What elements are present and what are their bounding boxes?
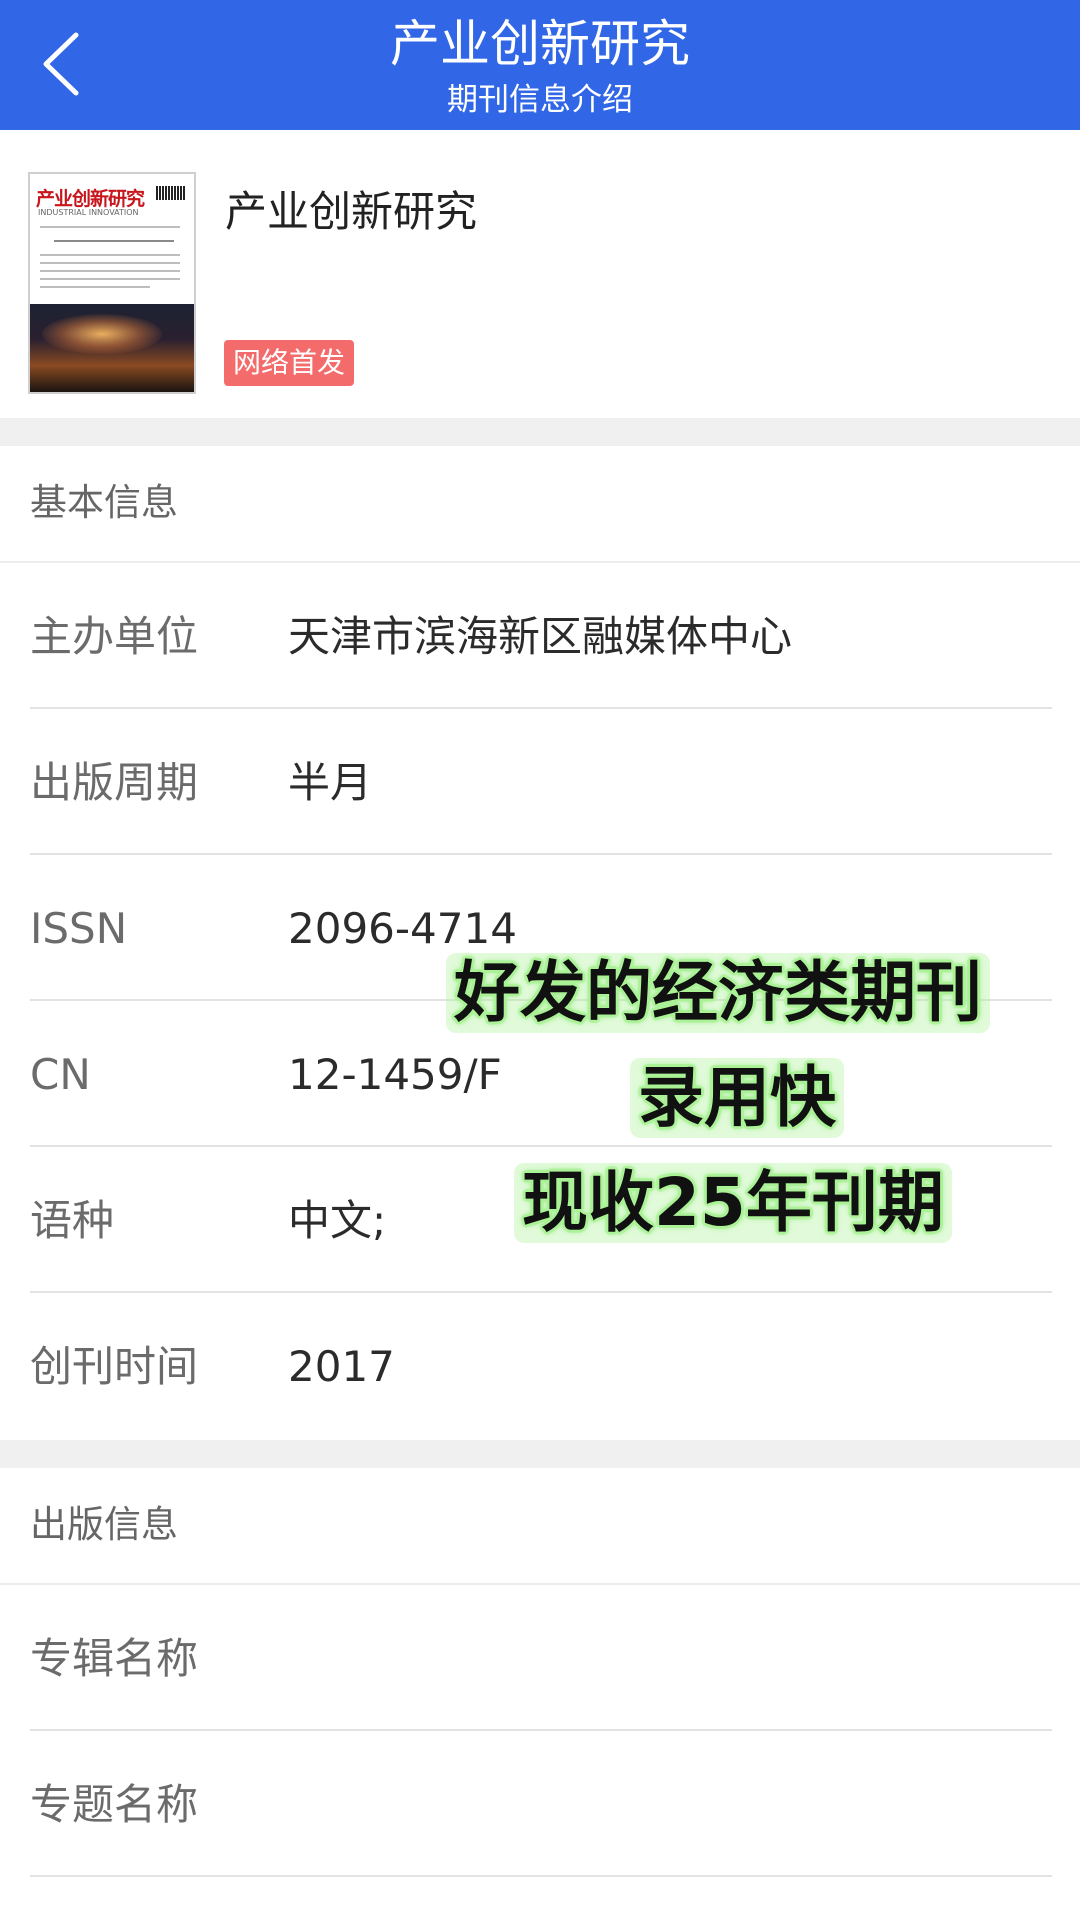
cover-text-line xyxy=(40,278,180,280)
page-title: 产业创新研究 xyxy=(390,15,690,73)
page-subtitle: 期刊信息介绍 xyxy=(447,82,633,118)
row-label: 专辑名称 xyxy=(30,1634,199,1683)
cover-barcode xyxy=(156,186,186,200)
row-label: 专题名称 xyxy=(30,1780,199,1829)
row-label: 创刊时间 xyxy=(30,1342,199,1391)
info-row-cycle: 出版周期 半月 xyxy=(0,709,1080,855)
journal-name: 产业创新研究 xyxy=(225,187,478,236)
cover-text-line xyxy=(40,262,180,264)
row-divider xyxy=(30,1875,1052,1877)
cover-photo xyxy=(30,304,194,392)
section-gap xyxy=(0,418,1080,446)
overlay-text-line-1: 好发的经济类期刊 xyxy=(446,953,990,1033)
section-title-basic-info: 基本信息 xyxy=(30,481,178,524)
row-value: 半月 xyxy=(288,758,373,807)
cover-masthead: 产业创新研究 xyxy=(36,188,145,210)
cover-text-line xyxy=(54,240,174,242)
cover-text-line xyxy=(40,286,150,288)
app-header: 产业创新研究 期刊信息介绍 xyxy=(0,0,1080,130)
overlay-text-line-3: 现收25年刊期 xyxy=(514,1163,952,1243)
row-label: CN xyxy=(30,1050,91,1099)
overlay-text-line-2: 录用快 xyxy=(630,1058,844,1138)
cover-subtitle: INDUSTRIAL INNOVATION xyxy=(38,208,139,217)
journal-cover-image[interactable]: 产业创新研究 INDUSTRIAL INNOVATION xyxy=(28,172,196,394)
cover-text-line xyxy=(40,270,180,272)
row-label: 语种 xyxy=(30,1196,115,1245)
row-value: 中文; xyxy=(288,1196,387,1245)
info-row-album: 专辑名称 xyxy=(0,1585,1080,1731)
section-title-publication-info: 出版信息 xyxy=(30,1503,178,1546)
online-first-badge: 网络首发 xyxy=(224,340,355,386)
journal-card: 产业创新研究 INDUSTRIAL INNOVATION 产业创新研究 网络首发 xyxy=(0,130,1080,418)
info-row-topic: 专题名称 xyxy=(0,1731,1080,1877)
row-label: ISSN xyxy=(30,904,128,953)
row-label: 出版周期 xyxy=(30,758,199,807)
cover-photo-glow xyxy=(42,314,162,354)
cover-text-line xyxy=(40,254,180,256)
section-gap xyxy=(0,1440,1080,1468)
info-row-sponsor: 主办单位 天津市滨海新区融媒体中心 xyxy=(0,563,1080,709)
row-value: 2017 xyxy=(288,1342,395,1391)
row-value: 天津市滨海新区融媒体中心 xyxy=(288,612,793,661)
info-row-founded: 创刊时间 2017 xyxy=(0,1293,1080,1439)
row-label: 主办单位 xyxy=(30,612,199,661)
row-value: 12-1459/F xyxy=(288,1050,502,1099)
cover-text-line xyxy=(40,226,180,228)
row-value: 2096-4714 xyxy=(288,904,517,953)
